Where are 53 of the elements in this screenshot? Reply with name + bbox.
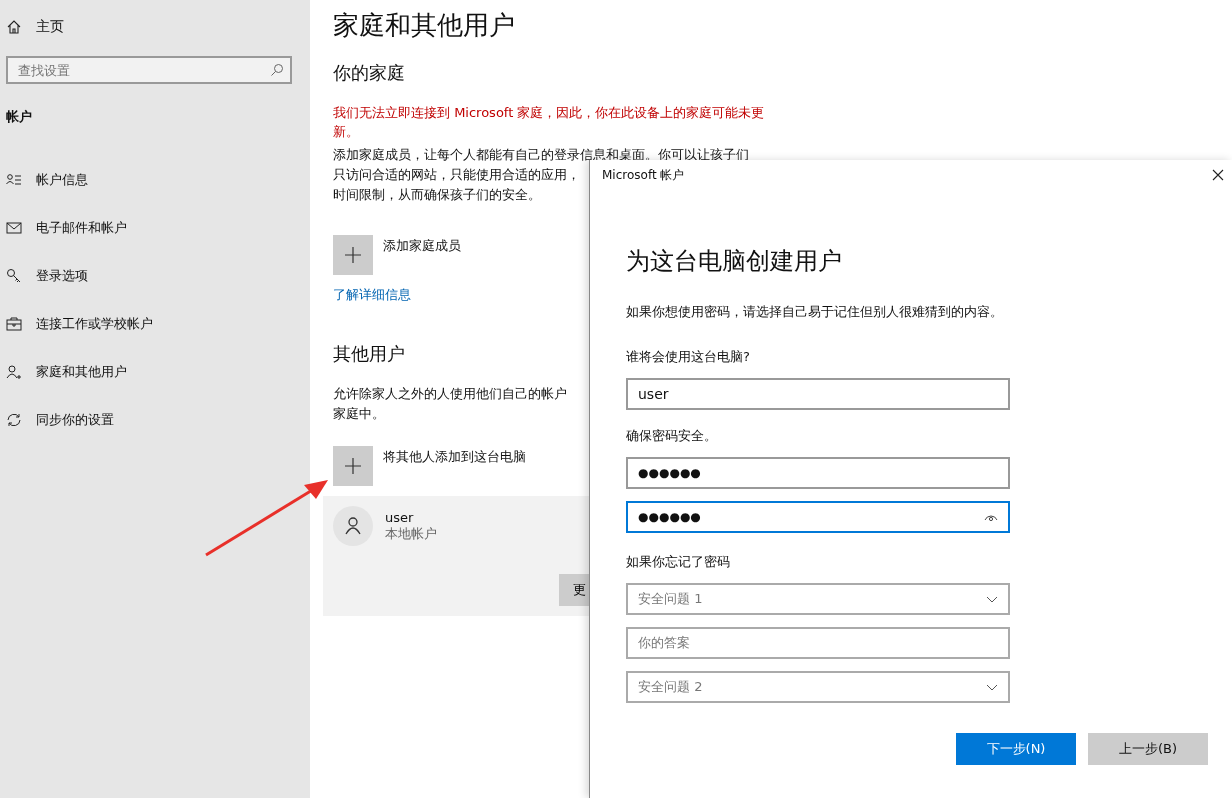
dialog-heading: 为这台电脑创建用户 bbox=[626, 246, 843, 277]
section-heading: 帐户 bbox=[6, 108, 33, 126]
sidebar-item[interactable]: 同步你的设置 bbox=[0, 396, 310, 444]
chevron-down-icon bbox=[986, 683, 998, 691]
window-title: Microsoft 帐户 bbox=[602, 166, 685, 184]
warning-text: 我们无法立即连接到 Microsoft 家庭，因此，你在此设备上的家庭可能未更新。 bbox=[333, 104, 766, 141]
description-line: 只访问合适的网站，只能使用合适的应用， bbox=[333, 166, 580, 184]
description-line: 时间限制，从而确保孩子们的安全。 bbox=[333, 186, 541, 204]
add-button[interactable] bbox=[333, 446, 373, 486]
field-label: 确保密码安全。 bbox=[626, 427, 718, 445]
password-field[interactable]: ●●●●●● bbox=[626, 457, 1010, 489]
chevron-down-icon bbox=[986, 595, 998, 603]
username-field[interactable]: user bbox=[626, 378, 1010, 410]
password-field[interactable]: ●●●●●● bbox=[626, 501, 1010, 533]
back-button[interactable]: 上一步(B) bbox=[1088, 733, 1208, 765]
sidebar-item[interactable]: 电子邮件和帐户 bbox=[0, 204, 310, 252]
section-heading: 你的家庭 bbox=[333, 61, 405, 85]
intro-text: 如果你想使用密码，请选择自己易于记住但别人很难猜到的内容。 bbox=[626, 303, 1004, 321]
question-dropdown[interactable]: 安全问题 1 bbox=[626, 583, 1010, 615]
answer-field[interactable]: 你的答案 bbox=[626, 627, 1010, 659]
sync-icon bbox=[6, 412, 22, 428]
question-dropdown[interactable]: 安全问题 2 bbox=[626, 671, 1010, 703]
person-list-icon bbox=[6, 172, 22, 188]
plus-icon bbox=[343, 245, 363, 265]
search-icon bbox=[270, 63, 284, 77]
add-label[interactable]: 将其他人添加到这台电脑 bbox=[383, 448, 526, 466]
description-line: 家庭中。 bbox=[333, 405, 385, 423]
envelope-icon bbox=[6, 220, 22, 236]
learn-more-link[interactable]: 了解详细信息 bbox=[333, 286, 411, 304]
add-label[interactable]: 添加家庭成员 bbox=[383, 237, 461, 255]
reveal-icon[interactable] bbox=[984, 512, 998, 522]
home-icon bbox=[6, 19, 22, 35]
avatar-icon bbox=[333, 506, 373, 546]
sidebar-item[interactable]: 登录选项 bbox=[0, 252, 310, 300]
briefcase-icon bbox=[6, 316, 22, 332]
search-field[interactable]: 查找设置 bbox=[6, 56, 292, 84]
sidebar-item[interactable]: 帐户信息 bbox=[0, 156, 310, 204]
close-icon[interactable] bbox=[1212, 169, 1224, 181]
add-button[interactable] bbox=[333, 235, 373, 275]
sidebar-item[interactable]: 家庭和其他用户 bbox=[0, 348, 310, 396]
sidebar-item[interactable]: 连接工作或学校帐户 bbox=[0, 300, 310, 348]
plus-icon bbox=[343, 456, 363, 476]
account-type: 本地帐户 bbox=[385, 524, 437, 543]
field-label: 如果你忘记了密码 bbox=[626, 553, 731, 571]
description-line: 允许除家人之外的人使用他们自己的帐户 bbox=[333, 385, 567, 403]
key-icon bbox=[6, 268, 22, 284]
user-name: user bbox=[385, 509, 415, 525]
field-label: 谁将会使用这台电脑? bbox=[626, 348, 751, 366]
home-link[interactable]: 主页 bbox=[0, 16, 310, 38]
next-button[interactable]: 下一步(N) bbox=[956, 733, 1076, 765]
person-add-icon bbox=[6, 364, 22, 380]
section-heading: 其他用户 bbox=[333, 342, 405, 366]
page-title: 家庭和其他用户 bbox=[333, 9, 515, 42]
